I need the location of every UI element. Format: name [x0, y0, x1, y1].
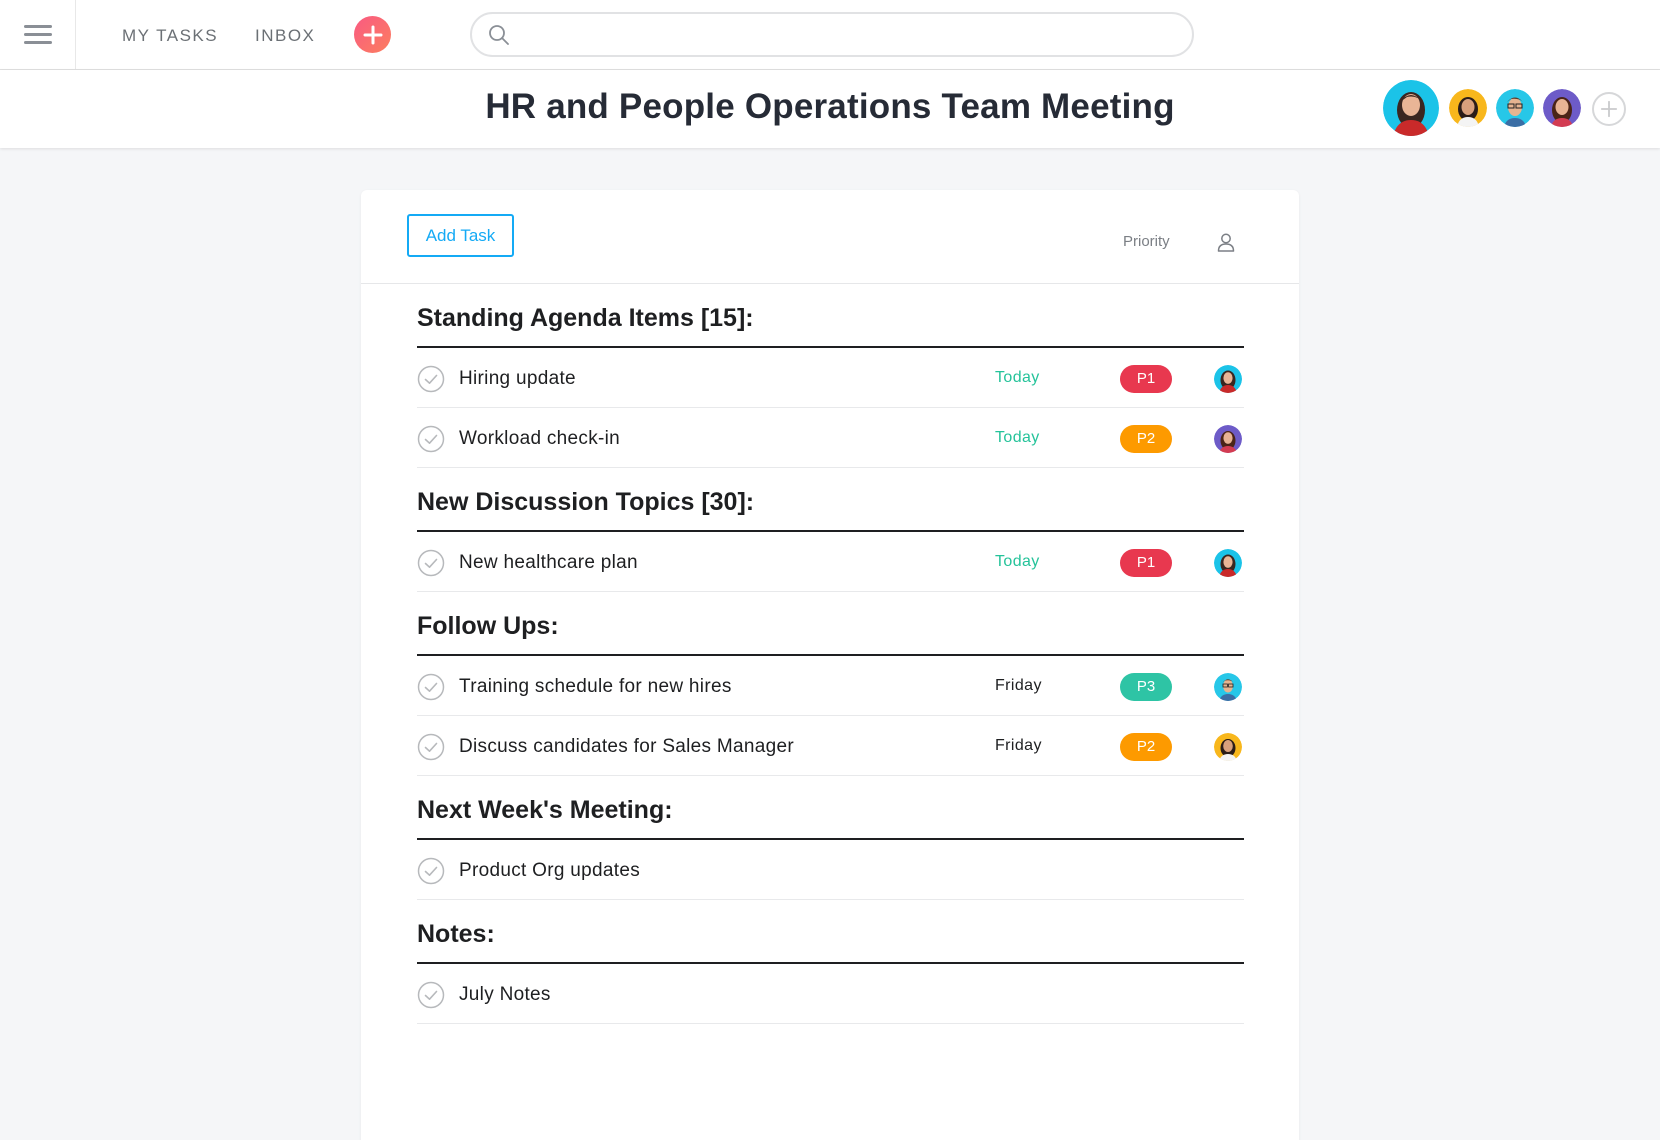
- plus-icon: [1600, 100, 1618, 118]
- task-row[interactable]: Discuss candidates for Sales Manager Frid…: [417, 716, 1244, 776]
- list-toolbar: Add Task Priority: [361, 190, 1299, 284]
- section-header[interactable]: Next Week's Meeting:: [417, 776, 1244, 840]
- search-input[interactable]: [520, 20, 1170, 50]
- assignee-avatar[interactable]: [1214, 425, 1242, 453]
- member-avatar-orange[interactable]: [1449, 89, 1487, 127]
- section-header[interactable]: New Discussion Topics [30]:: [417, 468, 1244, 532]
- priority-column-header[interactable]: Priority: [1123, 233, 1170, 250]
- complete-checkmark-icon[interactable]: [417, 857, 445, 885]
- complete-checkmark-icon[interactable]: [417, 549, 445, 577]
- task-name[interactable]: Product Org updates: [459, 860, 640, 882]
- plus-icon: [363, 25, 382, 44]
- priority-badge[interactable]: P2: [1120, 733, 1172, 761]
- complete-checkmark-icon[interactable]: [417, 673, 445, 701]
- priority-badge[interactable]: P1: [1120, 549, 1172, 577]
- task-list-card: Add Task Priority Standing Agenda Items …: [361, 190, 1299, 1140]
- due-date[interactable]: Today: [995, 429, 1040, 447]
- complete-checkmark-icon[interactable]: [417, 733, 445, 761]
- task-name[interactable]: New healthcare plan: [459, 552, 638, 574]
- project-header: HR and People Operations Team Meeting: [0, 70, 1660, 148]
- task-name[interactable]: Workload check-in: [459, 428, 620, 450]
- task-row[interactable]: Hiring update Today P1: [417, 348, 1244, 408]
- member-avatar-purple[interactable]: [1543, 89, 1581, 127]
- assignee-avatar[interactable]: [1214, 549, 1242, 577]
- task-row[interactable]: Workload check-in Today P2: [417, 408, 1244, 468]
- nav-my-tasks[interactable]: MY TASKS: [122, 26, 218, 46]
- section-header[interactable]: Follow Ups:: [417, 592, 1244, 656]
- due-date[interactable]: Friday: [995, 677, 1042, 695]
- task-name[interactable]: Hiring update: [459, 368, 576, 390]
- assignee-avatar[interactable]: [1214, 365, 1242, 393]
- task-row[interactable]: July Notes: [417, 964, 1244, 1024]
- hamburger-menu-icon[interactable]: [0, 0, 76, 69]
- task-name[interactable]: Training schedule for new hires: [459, 676, 732, 698]
- assignee-avatar[interactable]: [1214, 733, 1242, 761]
- quick-add-button[interactable]: [354, 16, 391, 53]
- assignee-column-icon[interactable]: [1216, 232, 1236, 252]
- search-icon: [489, 25, 509, 45]
- add-member-button[interactable]: [1592, 92, 1626, 126]
- task-name[interactable]: Discuss candidates for Sales Manager: [459, 736, 794, 758]
- complete-checkmark-icon[interactable]: [417, 365, 445, 393]
- due-date[interactable]: Friday: [995, 737, 1042, 755]
- due-date[interactable]: Today: [995, 369, 1040, 387]
- priority-badge[interactable]: P3: [1120, 673, 1172, 701]
- nav-inbox[interactable]: INBOX: [255, 26, 315, 46]
- task-row[interactable]: New healthcare plan Today P1: [417, 532, 1244, 592]
- top-nav-bar: MY TASKS INBOX: [0, 0, 1660, 70]
- task-row[interactable]: Training schedule for new hires Friday P3: [417, 656, 1244, 716]
- priority-badge[interactable]: P2: [1120, 425, 1172, 453]
- section-header[interactable]: Notes:: [417, 900, 1244, 964]
- member-avatar-glasses[interactable]: [1496, 89, 1534, 127]
- complete-checkmark-icon[interactable]: [417, 981, 445, 1009]
- search-bar: [470, 12, 1194, 57]
- complete-checkmark-icon[interactable]: [417, 425, 445, 453]
- task-list: Standing Agenda Items [15]: Hiring update…: [417, 284, 1244, 1024]
- task-name[interactable]: July Notes: [459, 984, 551, 1006]
- due-date[interactable]: Today: [995, 553, 1040, 571]
- priority-badge[interactable]: P1: [1120, 365, 1172, 393]
- add-task-button[interactable]: Add Task: [407, 214, 514, 257]
- member-avatar-owner[interactable]: [1383, 80, 1439, 136]
- task-row[interactable]: Product Org updates: [417, 840, 1244, 900]
- section-header[interactable]: Standing Agenda Items [15]:: [417, 284, 1244, 348]
- assignee-avatar[interactable]: [1214, 673, 1242, 701]
